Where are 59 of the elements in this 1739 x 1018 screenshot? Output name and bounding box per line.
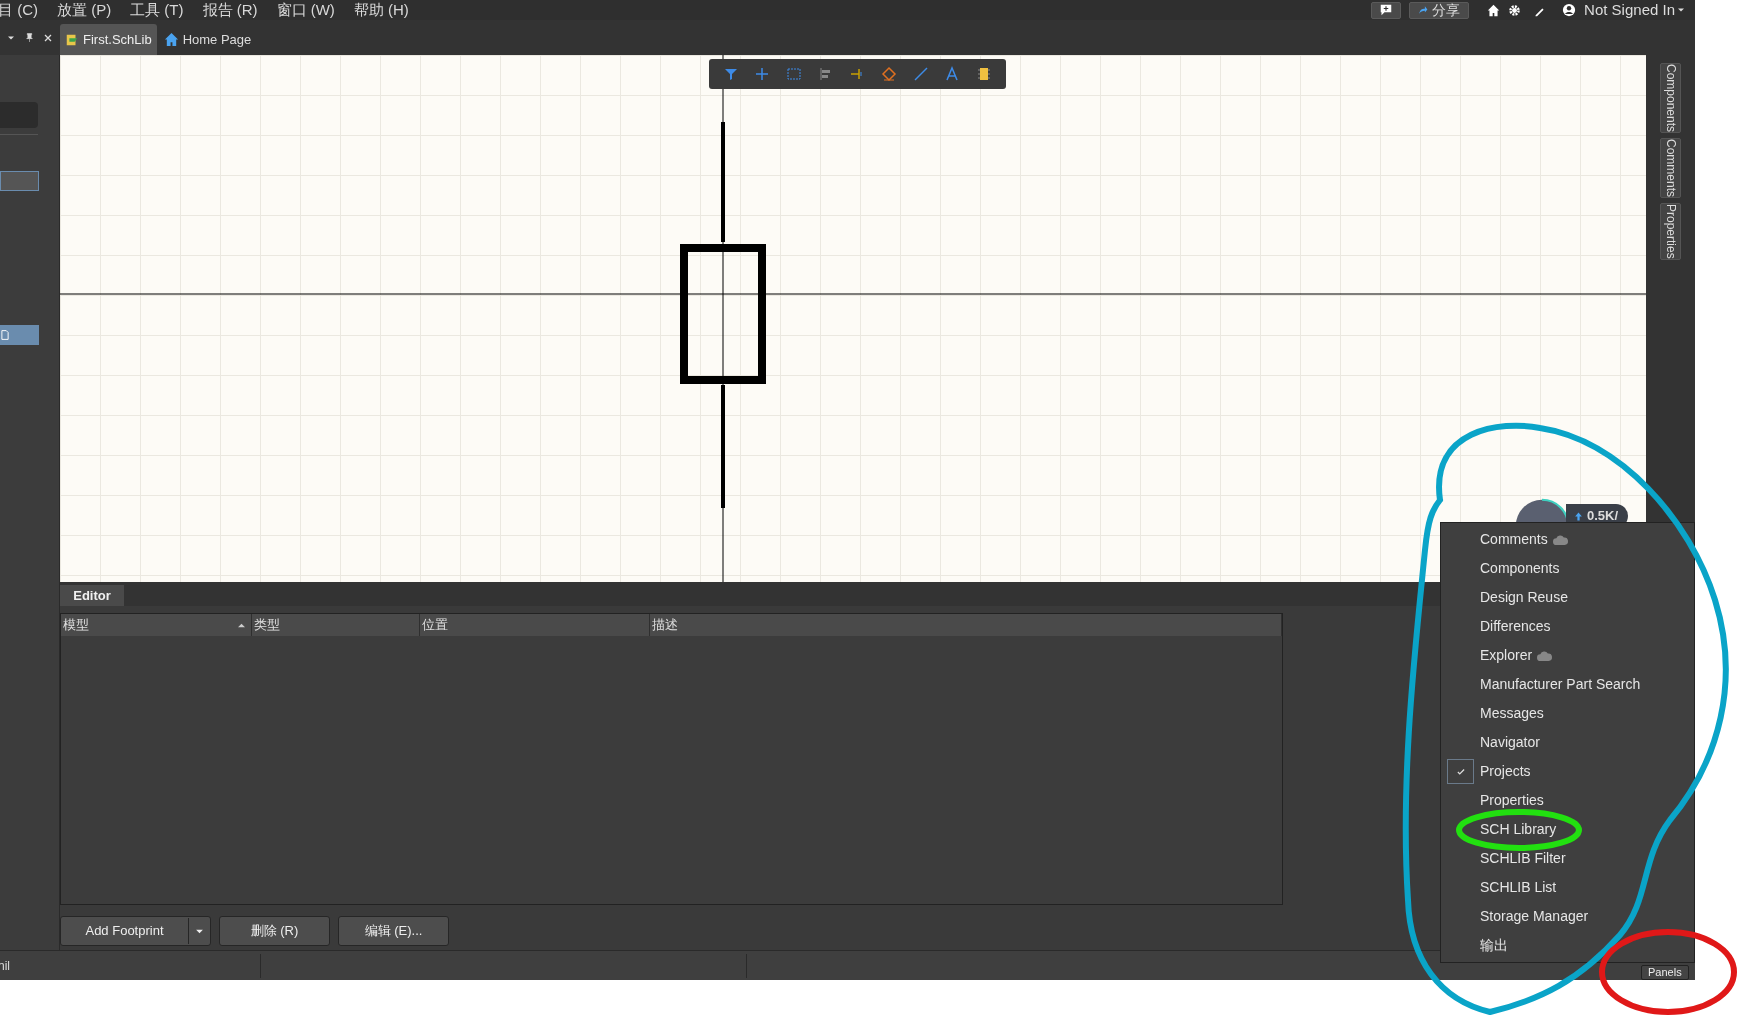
panel-menu-item[interactable]: Explorer	[1480, 647, 1554, 664]
panel-menu-item[interactable]: Design Reuse	[1480, 589, 1568, 606]
menu-item[interactable]: 窗口 (W)	[276, 0, 335, 20]
panel-menu-item[interactable]: Storage Manager	[1480, 908, 1589, 925]
pin-icon	[25, 33, 34, 42]
select-rectangle-icon	[786, 66, 803, 82]
line-icon	[912, 66, 929, 82]
panel-menu-item[interactable]: SCH Library	[1480, 821, 1557, 838]
schematic-canvas[interactable]	[60, 55, 1646, 582]
upload-arrow-icon	[1574, 511, 1583, 521]
plus-icon	[754, 66, 771, 82]
document-tab[interactable]: First.SchLib	[60, 24, 157, 55]
document-tab[interactable]: Home Page	[158, 24, 257, 55]
panel-menu-item[interactable]: Comments	[1480, 531, 1569, 548]
project-row[interactable]	[0, 171, 39, 191]
shape-icon	[881, 66, 898, 82]
home-icon	[163, 32, 179, 47]
panel-menu-item[interactable]: Differences	[1480, 618, 1551, 635]
menu-item[interactable]: 放置 (P)	[57, 0, 112, 20]
user-icon	[1562, 3, 1577, 17]
close-icon	[44, 33, 52, 42]
panel-menu-item[interactable]: Messages	[1480, 705, 1544, 722]
document-icon	[0, 330, 10, 340]
caret-icon	[1677, 6, 1685, 14]
panel-menu-item[interactable]: Properties	[1480, 792, 1544, 809]
menu-item[interactable]: 帮助 (H)	[353, 0, 409, 20]
panel-button[interactable]: Add Footprint	[60, 916, 211, 946]
text-icon	[944, 66, 961, 82]
comment-button[interactable]	[1371, 1, 1402, 19]
side-panel-tab[interactable]: Components	[1660, 63, 1681, 134]
menu-item[interactable]: 目 (C)	[0, 0, 38, 20]
home-icon	[1487, 3, 1501, 17]
menu-item[interactable]: 报告 (R)	[202, 0, 258, 20]
panel-menu-item[interactable]: Manufacturer Part Search	[1480, 676, 1641, 693]
menu-item[interactable]: 工具 (T)	[130, 0, 184, 20]
part-icon	[976, 66, 993, 82]
column-header[interactable]: 描述	[650, 614, 1282, 636]
panel-menu-item[interactable]: Components	[1480, 560, 1560, 577]
panel-button[interactable]: 删除 (R)	[219, 916, 330, 946]
comment-icon	[1380, 4, 1393, 16]
panel-menu-item[interactable]: Projects	[1480, 763, 1531, 780]
file-row[interactable]	[0, 325, 39, 345]
panel-menu-item[interactable]: 输出	[1480, 937, 1508, 954]
library-file-icon	[65, 32, 79, 47]
settings-icon	[1508, 3, 1522, 17]
share-arrow-icon	[1418, 5, 1429, 15]
column-header[interactable]: 类型	[252, 614, 420, 636]
panel-button[interactable]: 编辑 (E)...	[338, 916, 449, 946]
panel-menu-item[interactable]: Navigator	[1480, 734, 1540, 751]
share-button[interactable]: 分享	[1409, 1, 1470, 19]
column-header[interactable]: 位置	[420, 614, 650, 636]
panel-menu-item[interactable]: SCHLIB Filter	[1480, 850, 1566, 867]
column-header[interactable]: 模型	[61, 614, 252, 636]
side-panel-tab[interactable]: Properties	[1660, 203, 1681, 260]
speed-reading: 0.5K/	[1587, 507, 1619, 526]
panels-button[interactable]: Panels	[1641, 965, 1689, 980]
side-panel-tab[interactable]: Comments	[1660, 138, 1681, 199]
panel-menu-item[interactable]: SCHLIB List	[1480, 879, 1557, 896]
editor-tab[interactable]: Editor	[60, 585, 124, 606]
